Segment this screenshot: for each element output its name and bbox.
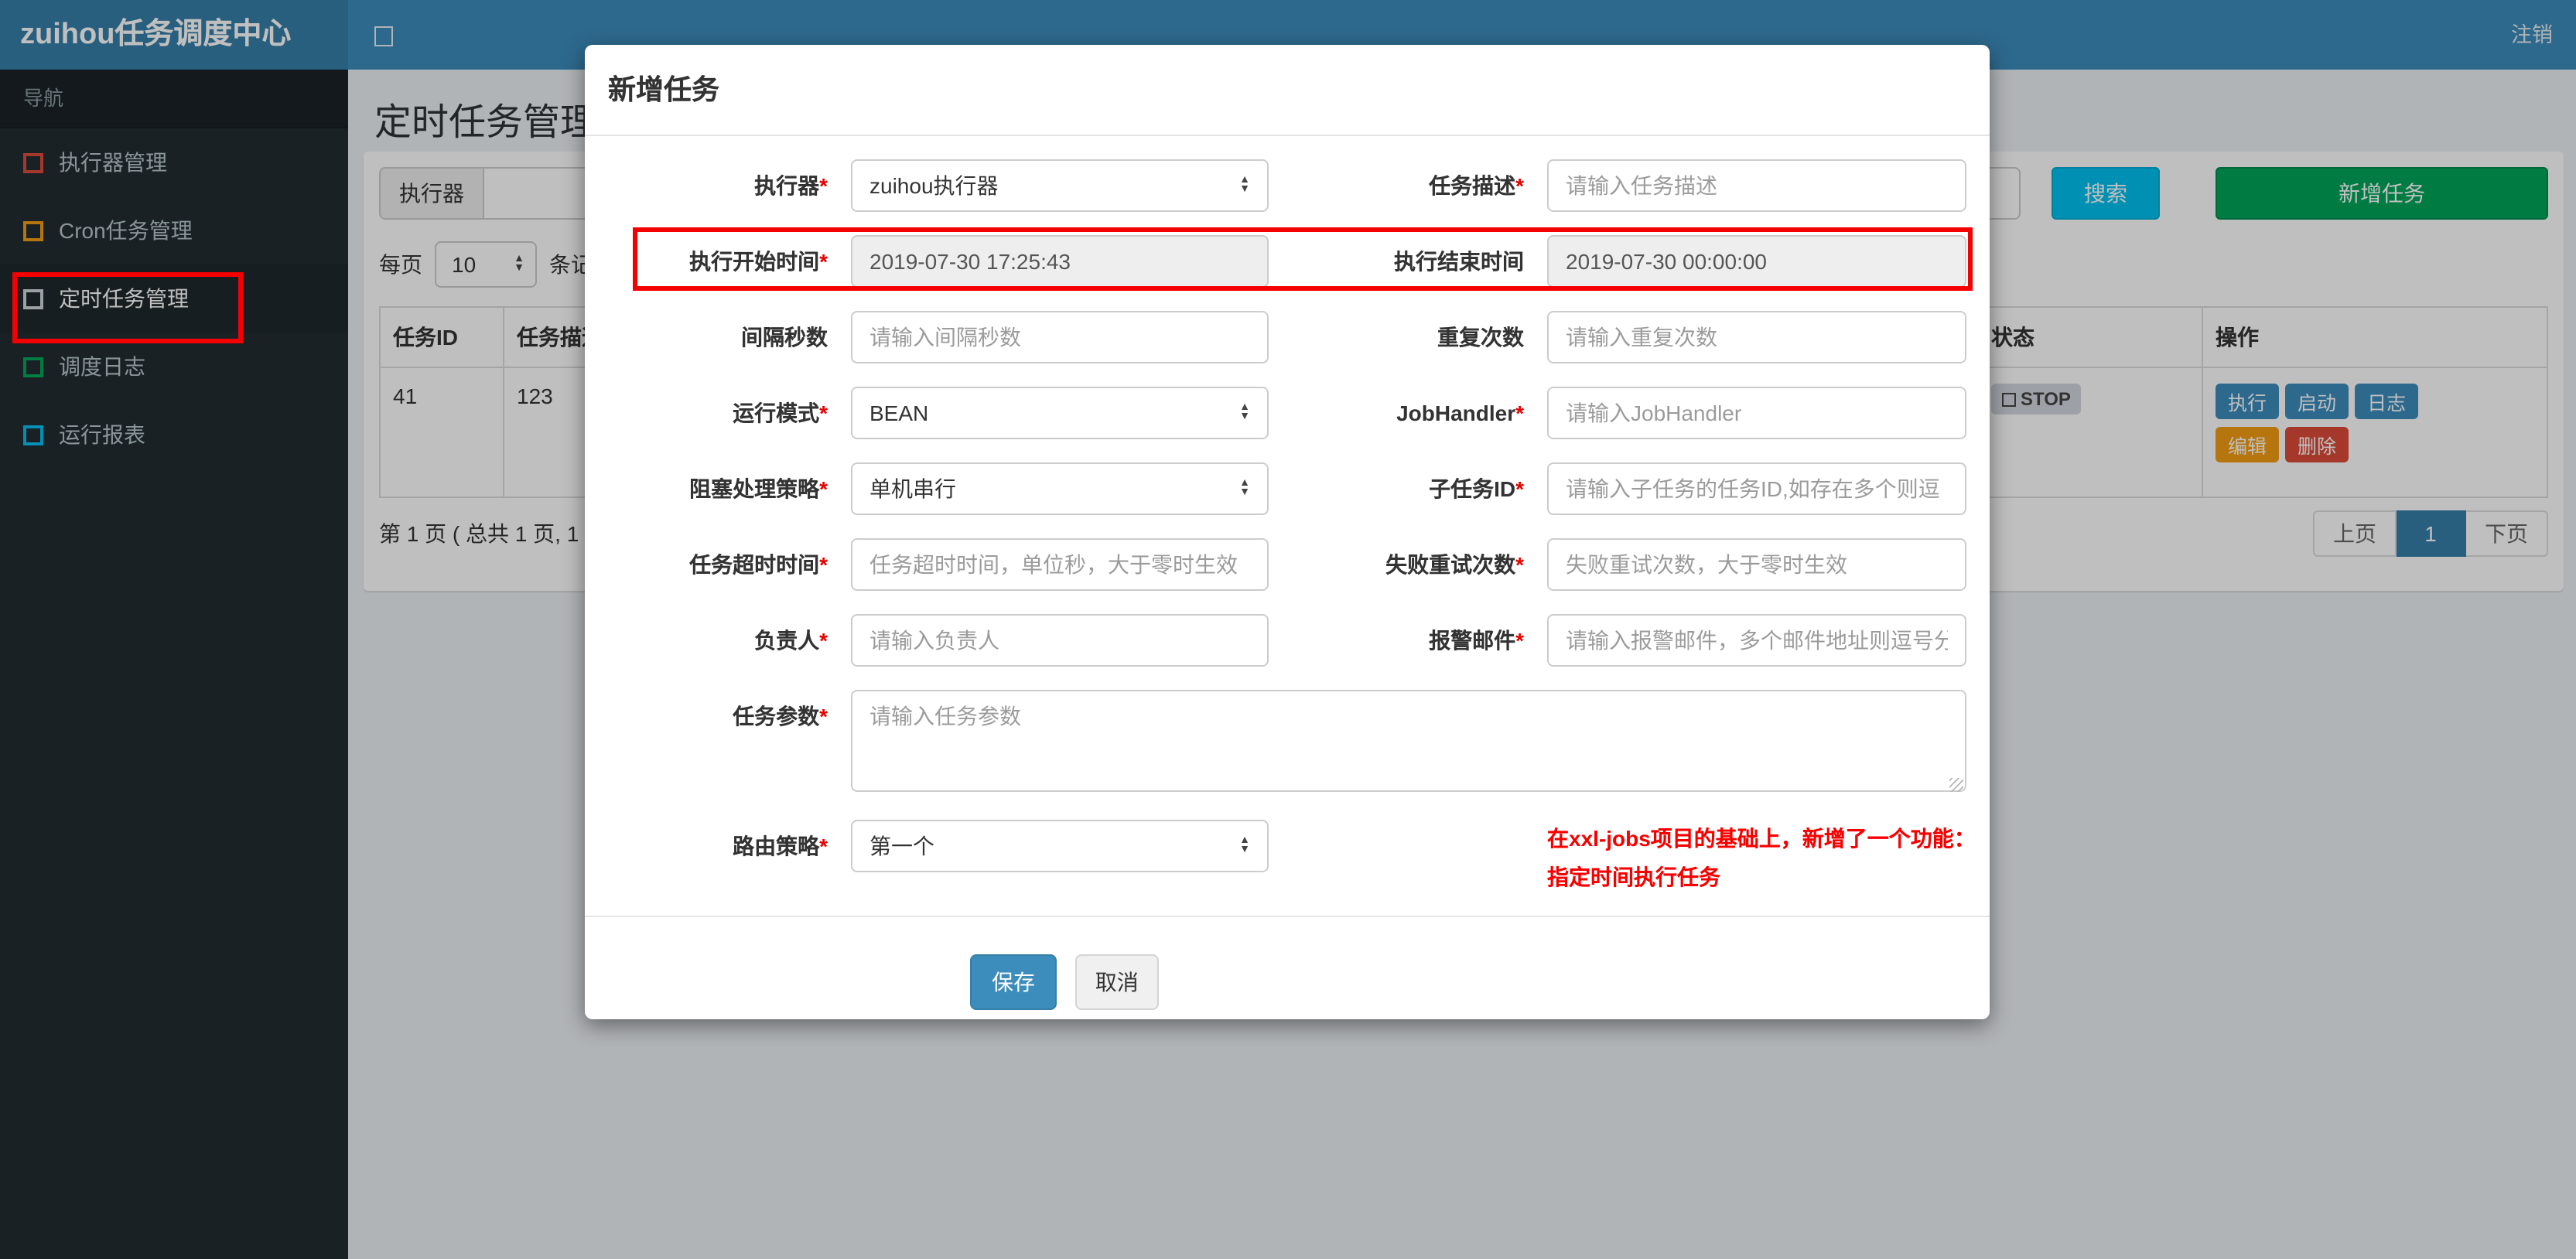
job-params-textarea[interactable] — [851, 690, 1966, 792]
save-button[interactable]: 保存 — [970, 954, 1057, 1010]
modal-field-label: 执行开始时间* — [608, 235, 851, 288]
modal-header: 新增任务 — [585, 45, 1990, 136]
field-label-text: 执行开始时间 — [689, 249, 820, 274]
modal-input-1-0[interactable] — [851, 235, 1269, 288]
field-label-text: 报警邮件 — [1429, 628, 1516, 653]
modal-field-label: 任务超时时间* — [608, 538, 851, 591]
required-asterisk: * — [1515, 401, 1524, 425]
app-root: zuihou任务调度中心 注销 导航 执行器管理 Cron任务管理 定时任务管理 调度… — [0, 0, 2576, 1259]
modal-field-label: 任务参数* — [608, 690, 851, 797]
select-arrows-icon: ▲ ▼ — [1239, 835, 1250, 855]
field-label-text: 执行器 — [754, 173, 820, 198]
modal-field-label: 运行模式* — [608, 387, 851, 439]
select-arrows-icon: ▲ ▼ — [1239, 175, 1250, 195]
field-label-text: 任务超时时间 — [689, 552, 820, 577]
modal-input-4-1[interactable] — [1547, 462, 1966, 515]
required-asterisk: * — [1515, 628, 1524, 653]
required-asterisk: * — [1515, 552, 1524, 577]
note-line-1: 在xxl-jobs项目的基础上，新增了一个功能： — [1547, 826, 1976, 851]
modal-input-2-0[interactable] — [851, 311, 1269, 363]
modal-input-1-1[interactable] — [1547, 235, 1966, 288]
required-asterisk: * — [819, 476, 828, 501]
modal-select-8-0[interactable]: 第一个 ▲ ▼ — [851, 820, 1269, 872]
required-asterisk: * — [819, 834, 828, 858]
select-value: BEAN — [869, 401, 929, 425]
modal-input-0-1[interactable] — [1547, 159, 1966, 212]
select-value: 第一个 — [869, 834, 934, 858]
required-asterisk: * — [819, 249, 828, 274]
field-label-text: 任务参数 — [733, 704, 820, 728]
cancel-button[interactable]: 取消 — [1074, 954, 1159, 1010]
field-label-text: 路由策略 — [733, 834, 820, 858]
modal-field-label: 执行结束时间 — [1269, 235, 1547, 288]
modal-field-label: 任务描述* — [1269, 159, 1547, 212]
field-label-text: 阻塞处理策略 — [689, 476, 820, 501]
modal-input-6-1[interactable] — [1547, 614, 1966, 667]
field-label-text: 失败重试次数 — [1385, 552, 1516, 577]
modal-field-label: 重复次数 — [1269, 311, 1547, 363]
field-label-text: 间隔秒数 — [741, 325, 828, 350]
modal-form: 执行器*zuihou执行器▲▼任务描述*执行开始时间*执行结束时间间隔秒数重复次… — [585, 136, 1990, 916]
required-asterisk: * — [819, 552, 828, 577]
modal-title: 新增任务 — [608, 74, 719, 105]
required-asterisk: * — [1515, 173, 1524, 198]
modal-field-label: 子任务ID* — [1269, 462, 1547, 515]
modal-select-0-0[interactable]: zuihou执行器 ▲ ▼ — [851, 159, 1269, 212]
field-label-text: 子任务ID — [1429, 476, 1516, 501]
modal-input-5-1[interactable] — [1547, 538, 1966, 591]
required-asterisk: * — [819, 704, 828, 728]
modal-select-3-0[interactable]: BEAN ▲ ▼ — [851, 387, 1269, 439]
field-label-text: JobHandler — [1396, 401, 1516, 425]
select-arrows-icon: ▲ ▼ — [1239, 402, 1250, 422]
required-asterisk: * — [819, 173, 828, 198]
field-label-text: 重复次数 — [1437, 325, 1524, 350]
required-asterisk: * — [1515, 476, 1524, 501]
modal-footer: 保存 取消 — [585, 916, 1990, 1053]
modal-input-5-0[interactable] — [851, 538, 1269, 591]
modal-field-label: 失败重试次数* — [1269, 538, 1547, 591]
field-label-text: 任务描述 — [1429, 173, 1516, 198]
modal-input-6-0[interactable] — [851, 614, 1269, 667]
modal-field-label: 负责人* — [608, 614, 851, 667]
field-label-text: 运行模式 — [733, 401, 820, 425]
select-arrows-icon: ▲ ▼ — [1239, 478, 1250, 498]
required-asterisk: * — [819, 628, 828, 653]
field-label-text: 执行结束时间 — [1394, 249, 1524, 274]
select-value: 单机串行 — [869, 476, 956, 501]
required-asterisk: * — [819, 401, 828, 425]
modal-field-label: 执行器* — [608, 159, 851, 212]
modal-field-label: JobHandler* — [1269, 387, 1547, 439]
modal-field-label: 阻塞处理策略* — [608, 462, 851, 515]
add-job-modal: 新增任务 执行器*zuihou执行器▲▼任务描述*执行开始时间*执行结束时间间隔… — [585, 45, 1990, 1019]
note-line-2: 指定时间执行任务 — [1547, 865, 1720, 889]
select-value: zuihou执行器 — [869, 173, 999, 198]
modal-field-label: 间隔秒数 — [608, 311, 851, 363]
modal-input-3-1[interactable] — [1547, 387, 1966, 439]
field-label-text: 负责人 — [754, 628, 820, 653]
textarea-wrapper — [851, 690, 1966, 797]
modal-select-4-0[interactable]: 单机串行 ▲ ▼ — [851, 462, 1269, 515]
red-annotation-note: 在xxl-jobs项目的基础上，新增了一个功能： 指定时间执行任务 — [1547, 820, 1976, 897]
modal-input-2-1[interactable] — [1547, 311, 1966, 363]
modal-field-label: 报警邮件* — [1269, 614, 1547, 667]
modal-field-label: 路由策略* — [608, 820, 851, 897]
